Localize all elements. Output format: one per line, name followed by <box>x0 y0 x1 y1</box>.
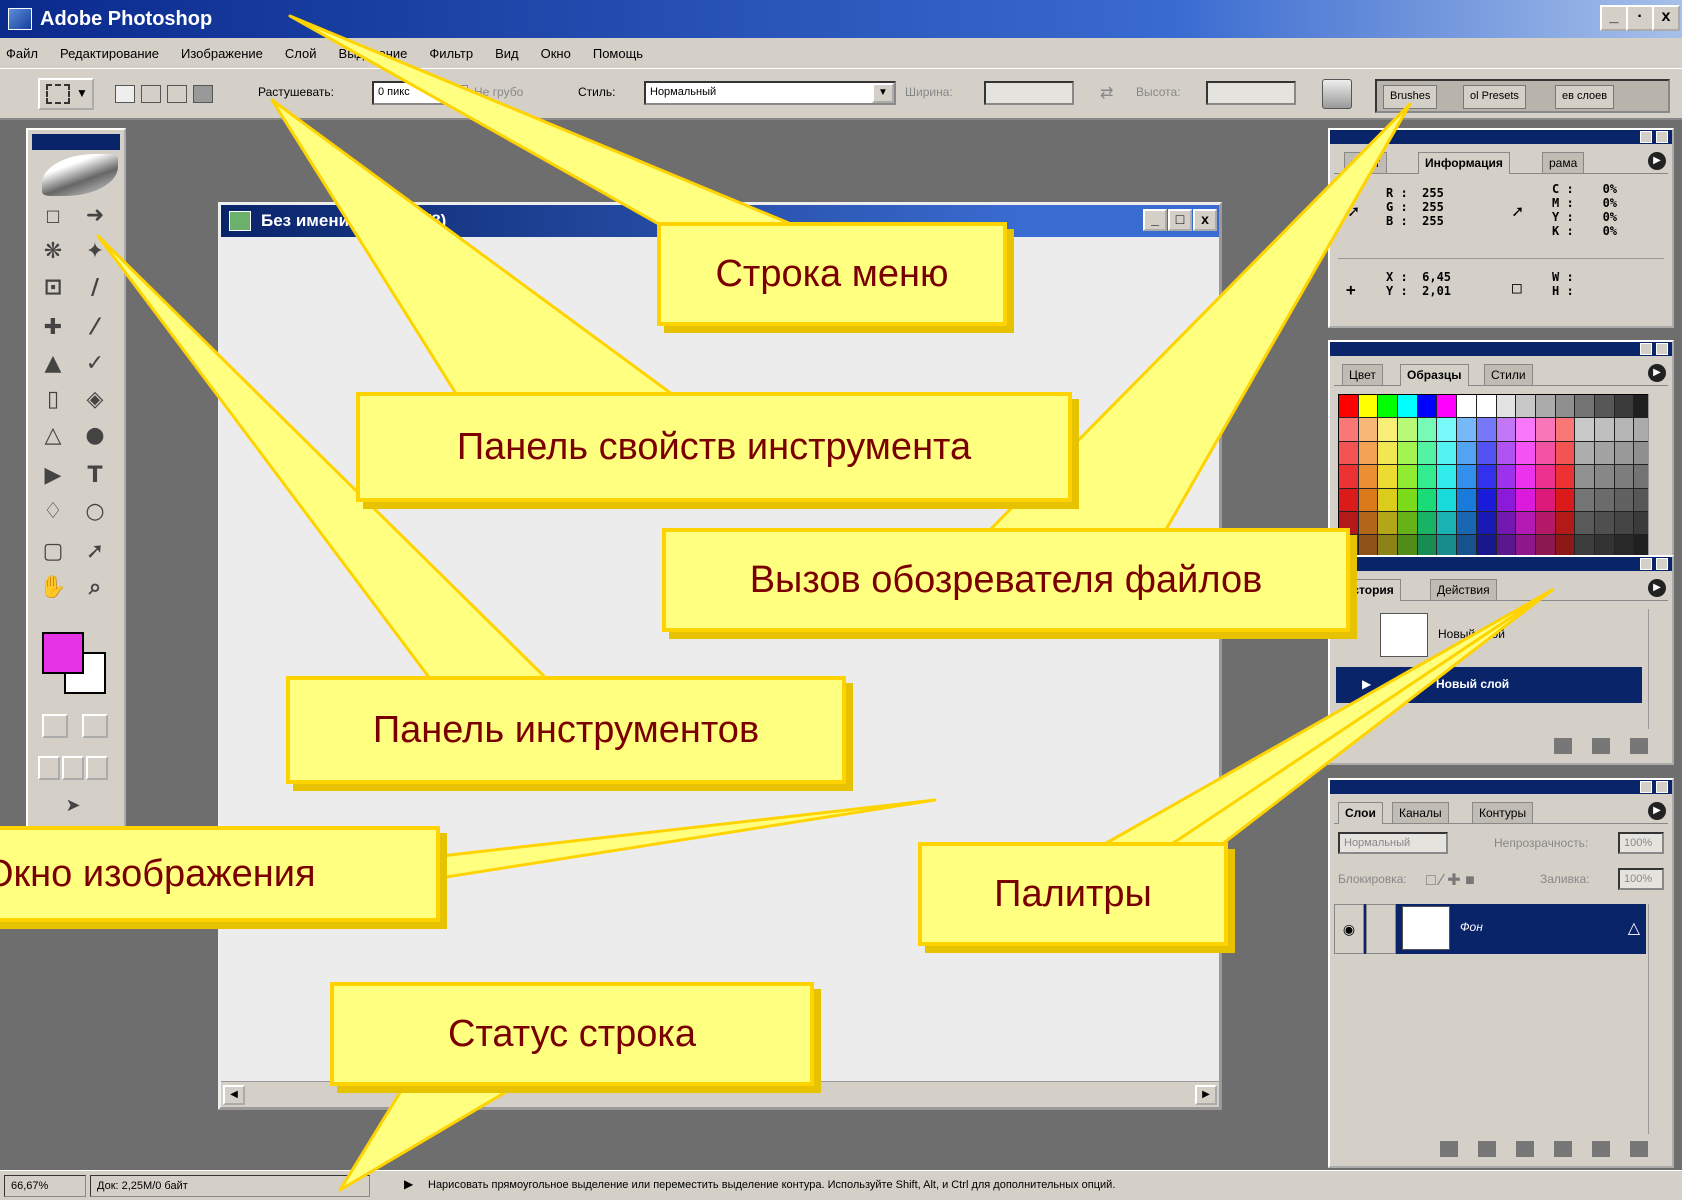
callout-menu-bar: Строка меню <box>657 222 1007 326</box>
callout-image-window: Окно изображения <box>0 826 440 922</box>
callout-status-bar: Статус строка <box>330 982 814 1086</box>
callout-file-browser: Вызов обозревателя файлов <box>662 528 1350 632</box>
callout-options-bar: Панель свойств инструмента <box>356 392 1072 502</box>
photoshop-screen: Adobe Photoshop _ · x Файл Редактировани… <box>0 0 1682 1200</box>
pointer-options-bar <box>270 98 682 402</box>
callout-palettes: Палитры <box>918 842 1228 946</box>
callout-toolbox: Панель инструментов <box>286 676 846 784</box>
